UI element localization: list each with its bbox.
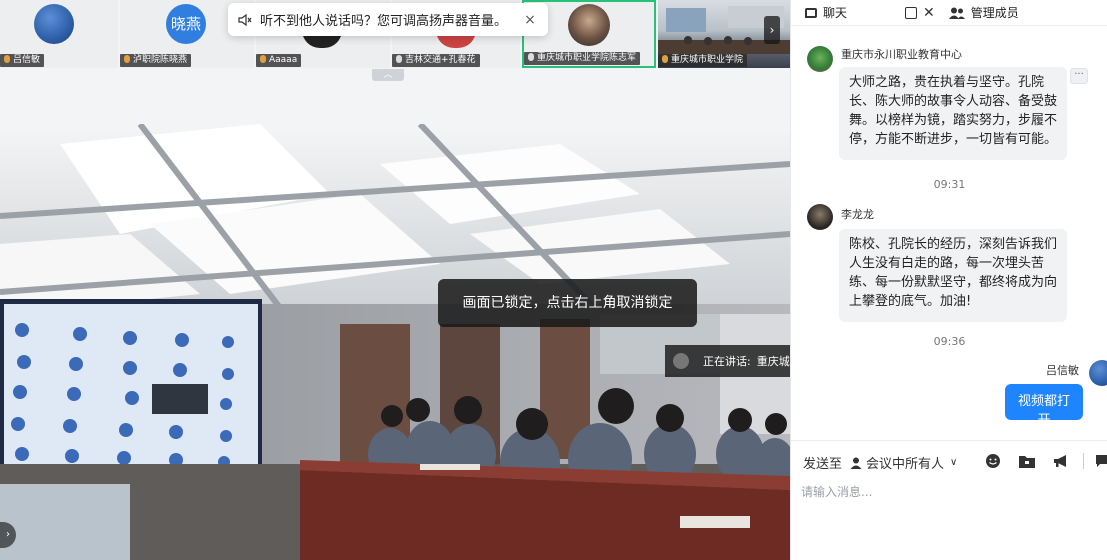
message-time: 09:36 <box>933 335 966 348</box>
mic-icon <box>396 55 402 63</box>
mic-icon <box>260 55 266 63</box>
chat-panel: 聊天 ✕ 管理成员 重庆市永川职业教育中心 大师之路，贵在执着与坚守。孔院长、陈… <box>790 0 1107 560</box>
strip-next-button[interactable]: › <box>764 16 780 44</box>
classroom-video <box>0 124 790 560</box>
message-sender: 重庆市永川职业教育中心 <box>841 48 962 61</box>
folder-icon[interactable] <box>1018 453 1036 469</box>
close-icon[interactable]: × <box>522 12 538 28</box>
message-sender: 吕信敏 <box>1046 364 1079 377</box>
toolbar-divider <box>1083 453 1084 469</box>
send-to-value: 会议中所有人 <box>866 457 945 472</box>
speaker-name: 重庆城市职业学院... <box>756 355 790 368</box>
participant-avatar <box>34 4 74 44</box>
volume-toast: 听不到他人说话吗？您可调高扬声器音量。 × <box>228 3 548 36</box>
message-bubble: 陈校、孔院长的经历，深刻告诉我们人生没有白走的路，每一次埋头苦练、每一份默默坚守… <box>839 229 1067 322</box>
chat-composer: 发送至 会议中所有人 ∨ <box>791 440 1107 560</box>
speaker-label: 正在讲话: <box>703 355 751 368</box>
more-button[interactable]: ··· <box>1070 68 1088 84</box>
mic-icon <box>528 53 534 61</box>
members-icon <box>948 7 965 19</box>
participant-avatar <box>568 4 610 46</box>
meeting-area: ‹ 吕信敏 晓燕 泸职院陈晓燕 Aaaaa 吉林交通+孔春花 <box>0 0 790 560</box>
chat-icon[interactable] <box>1095 453 1107 469</box>
main-video-stage <box>0 124 790 560</box>
emoji-icon[interactable] <box>984 453 1002 469</box>
lock-notice: 画面已锁定，点击右上角取消锁定 <box>438 279 697 327</box>
participant-name: Aaaaa <box>256 54 302 67</box>
tab-members[interactable]: 管理成员 <box>948 0 1019 26</box>
person-icon <box>850 457 862 469</box>
message-time: 09:31 <box>933 178 966 191</box>
avatar <box>807 46 833 72</box>
send-to-selector[interactable]: 发送至 会议中所有人 ∨ <box>803 453 957 472</box>
tab-chat[interactable]: 聊天 <box>805 0 847 26</box>
chat-icon <box>805 7 817 18</box>
participant-thumb[interactable]: 吕信敏 <box>0 0 118 68</box>
megaphone-icon[interactable] <box>1052 453 1070 469</box>
send-to-label: 发送至 <box>803 457 843 472</box>
meeting-window: ‹ 吕信敏 晓燕 泸职院陈晓燕 Aaaaa 吉林交通+孔春花 <box>0 0 1107 560</box>
avatar <box>1089 360 1107 386</box>
message-sender: 李龙龙 <box>841 208 874 221</box>
avatar <box>807 204 833 230</box>
message-input[interactable] <box>801 481 1096 503</box>
participant-name: 吉林交通+孔春花 <box>392 54 480 67</box>
close-icon[interactable]: ✕ <box>923 5 935 21</box>
participant-name: 重庆城市职业学院陈志军 <box>524 52 641 65</box>
mic-icon <box>662 55 668 63</box>
toast-text: 听不到他人说话吗？您可调高扬声器音量。 <box>260 14 508 29</box>
message-bubble: 大师之路，贵在执着与坚守。孔院长、陈大师的故事令人动容、备受鼓舞。以榜样为镜，踏… <box>839 67 1067 160</box>
chat-header: 聊天 ✕ 管理成员 <box>791 0 1107 26</box>
chevron-down-icon: ∨ <box>950 457 958 468</box>
collapse-strip-button[interactable]: ︿ <box>372 69 404 81</box>
mic-icon <box>124 55 130 63</box>
participant-name: 泸职院陈晓燕 <box>120 54 192 67</box>
mic-icon <box>4 55 10 63</box>
participant-name: 重庆城市职业学院 <box>658 54 748 67</box>
speaker-avatar <box>673 353 689 369</box>
participant-avatar: 晓燕 <box>166 4 206 44</box>
speaker-icon <box>238 13 252 26</box>
active-speaker-indicator: 正在讲话: 重庆城市职业学院... <box>665 345 790 377</box>
popout-icon[interactable] <box>905 6 918 19</box>
chat-messages: 重庆市永川职业教育中心 大师之路，贵在执着与坚守。孔院长、陈大师的故事令人动容、… <box>791 38 1107 436</box>
message-bubble-self: 视频都打开 <box>1005 384 1083 428</box>
participant-name: 吕信敏 <box>0 54 45 67</box>
